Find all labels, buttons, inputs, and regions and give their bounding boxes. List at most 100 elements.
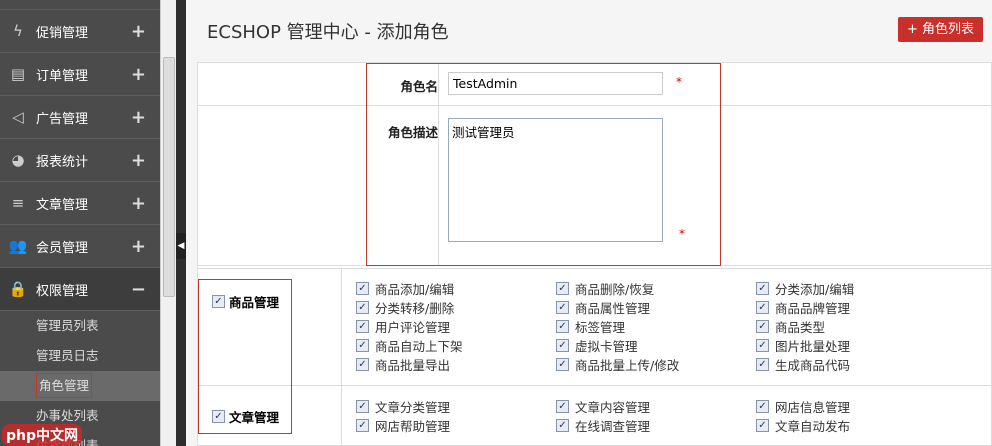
lines-icon: ≡ xyxy=(11,194,25,212)
permission-checkbox[interactable]: ✓ 文章内容管理 xyxy=(556,397,650,416)
permission-checkbox[interactable]: ✓ 图片批量处理 xyxy=(756,336,850,355)
checkbox-checked-icon: ✓ xyxy=(756,320,769,333)
permission-checkbox[interactable]: ✓ 商品批量导出 xyxy=(356,355,450,374)
permission-group: ✓ 商品管理 ✓ 商品添加/编辑 ✓ 商品删除/恢复 ✓ 分类添加/编辑 ✓ 分类转移/删除 ✓ 商品… xyxy=(198,268,991,385)
checkbox-checked-icon: ✓ xyxy=(356,339,369,352)
permission-label: 标签管理 xyxy=(575,320,626,335)
permission-label: 商品批量导出 xyxy=(375,358,451,373)
watermark: php中文网 xyxy=(2,424,83,446)
clipboard-icon: ▤ xyxy=(10,65,26,83)
permission-label: 文章自动发布 xyxy=(775,419,851,434)
permission-label: 文章内容管理 xyxy=(575,400,651,415)
permission-checkbox[interactable]: ✓ 商品自动上下架 xyxy=(356,336,463,355)
expand-toggle-icon: + xyxy=(130,106,146,128)
checkbox-checked-icon: ✓ xyxy=(756,282,769,295)
sidebar-item[interactable]: ◕ 报表统计 + xyxy=(0,139,160,182)
permission-checkbox[interactable]: ✓ 分类转移/删除 xyxy=(356,298,454,317)
permission-checkbox[interactable]: ✓ 商品批量上传/修改 xyxy=(556,355,679,374)
permission-label: 图片批量处理 xyxy=(775,339,851,354)
collapse-sidebar-button[interactable]: ◀ xyxy=(176,233,186,259)
permission-label: 网店信息管理 xyxy=(775,400,851,415)
page-title: ECSHOP 管理中心 - 添加角色 xyxy=(207,22,449,43)
checkbox-checked-icon: ✓ xyxy=(356,320,369,333)
sidebar-subitem-label: 办事处列表 xyxy=(36,408,99,423)
sidebar-divider xyxy=(176,0,186,446)
role-list-button-label: 角色列表 xyxy=(922,22,975,37)
sidebar-item[interactable]: ϟ 促销管理 + xyxy=(0,10,160,53)
permission-label: 生成商品代码 xyxy=(775,358,851,373)
permission-checkbox[interactable]: ✓ 网店帮助管理 xyxy=(356,416,450,435)
permission-checkbox[interactable]: ✓ 商品添加/编辑 xyxy=(356,279,454,298)
expand-toggle-icon: + xyxy=(130,149,146,171)
permission-checkbox[interactable]: ✓ 用户评论管理 xyxy=(356,317,450,336)
permission-group: ✓ 文章管理 ✓ 文章分类管理 ✓ 文章内容管理 ✓ 网店信息管理 ✓ 网店帮助管理 ✓ 在线调查管理… xyxy=(198,385,991,445)
permission-checkbox[interactable]: ✓ 在线调查管理 xyxy=(556,416,650,435)
checkbox-checked-icon: ✓ xyxy=(356,419,369,432)
checkbox-checked-icon: ✓ xyxy=(556,282,569,295)
permission-checkbox[interactable]: ✓ 生成商品代码 xyxy=(756,355,850,374)
permission-label: 商品删除/恢复 xyxy=(575,282,655,297)
expand-toggle-icon: + xyxy=(130,63,146,85)
sidebar-subitem[interactable]: 管理员列表 xyxy=(0,311,160,341)
highlight-box xyxy=(198,279,292,434)
permission-label: 商品品牌管理 xyxy=(775,301,851,316)
scrollbar-thumb[interactable] xyxy=(163,57,175,297)
sidebar-subitem-label: 角色管理 xyxy=(36,373,93,398)
permission-checkbox[interactable]: ✓ 网店信息管理 xyxy=(756,397,850,416)
sidebar-item-label: 文章管理 xyxy=(36,197,89,213)
permission-checkbox[interactable]: ✓ 分类添加/编辑 xyxy=(756,279,854,298)
permission-label: 在线调查管理 xyxy=(575,419,651,434)
sidebar-item[interactable]: ▤ 订单管理 + xyxy=(0,53,160,96)
users-icon: 👥 xyxy=(8,237,28,255)
checkbox-checked-icon: ✓ xyxy=(556,301,569,314)
expand-toggle-icon: + xyxy=(130,235,146,257)
sidebar: ϟ 促销管理 + ▤ 订单管理 + ◁ 广告管理 + ◕ 报表统计 + ≡ 文章管理 + 👥 会员管理 + 🔒 权限管… xyxy=(0,0,160,446)
sidebar-item-label: 报表统计 xyxy=(36,154,89,170)
scrollbar[interactable] xyxy=(160,0,176,446)
checkbox-checked-icon: ✓ xyxy=(556,320,569,333)
expand-toggle-icon: + xyxy=(130,20,146,42)
permission-checkbox[interactable]: ✓ 商品删除/恢复 xyxy=(556,279,654,298)
permission-checkbox[interactable]: ✓ 文章分类管理 xyxy=(356,397,450,416)
checkbox-checked-icon: ✓ xyxy=(756,400,769,413)
checkbox-checked-icon: ✓ xyxy=(356,400,369,413)
highlight-box xyxy=(366,63,721,266)
checkbox-checked-icon: ✓ xyxy=(756,339,769,352)
sidebar-item-label: 促销管理 xyxy=(36,25,89,41)
checkbox-checked-icon: ✓ xyxy=(356,358,369,371)
sidebar-subitem[interactable]: 角色管理 xyxy=(0,371,160,401)
permission-checkbox[interactable]: ✓ 商品类型 xyxy=(756,317,825,336)
sidebar-subitem-label: 管理员列表 xyxy=(36,318,99,333)
permission-label: 用户评论管理 xyxy=(375,320,451,335)
sidebar-subitem[interactable]: 管理员日志 xyxy=(0,341,160,371)
checkbox-checked-icon: ✓ xyxy=(556,358,569,371)
sidebar-item[interactable]: ◁ 广告管理 + xyxy=(0,96,160,139)
permission-checkbox[interactable]: ✓ 标签管理 xyxy=(556,317,625,336)
checkbox-checked-icon: ✓ xyxy=(556,419,569,432)
permission-label: 商品自动上下架 xyxy=(375,339,463,354)
permission-label: 商品批量上传/修改 xyxy=(575,358,680,373)
divider xyxy=(0,0,160,10)
permission-label: 商品属性管理 xyxy=(575,301,651,316)
permission-label: 分类添加/编辑 xyxy=(775,282,855,297)
sidebar-item[interactable]: 🔒 权限管理 − xyxy=(0,268,160,311)
permission-label: 虚拟卡管理 xyxy=(575,339,638,354)
main-content: ECSHOP 管理中心 - 添加角色 + 角色列表 角色名 * 角色描述 测试管… xyxy=(186,0,992,446)
permission-label: 分类转移/删除 xyxy=(375,301,455,316)
permission-checkbox[interactable]: ✓ 商品品牌管理 xyxy=(756,298,850,317)
permission-label: 商品添加/编辑 xyxy=(375,282,455,297)
role-list-button[interactable]: + 角色列表 xyxy=(898,17,983,42)
lock-icon: 🔒 xyxy=(8,280,28,298)
permission-checkbox[interactable]: ✓ 文章自动发布 xyxy=(756,416,850,435)
sidebar-item-label: 订单管理 xyxy=(36,68,89,84)
permission-checkbox[interactable]: ✓ 商品属性管理 xyxy=(556,298,650,317)
checkbox-checked-icon: ✓ xyxy=(556,339,569,352)
permission-label: 文章分类管理 xyxy=(375,400,451,415)
sidebar-item[interactable]: ≡ 文章管理 + xyxy=(0,182,160,225)
sidebar-item-label: 权限管理 xyxy=(36,283,89,299)
sidebar-subitem-label: 管理员日志 xyxy=(36,348,99,363)
sidebar-item-label: 广告管理 xyxy=(36,111,89,127)
permission-checkbox[interactable]: ✓ 虚拟卡管理 xyxy=(556,336,638,355)
permission-label: 商品类型 xyxy=(775,320,826,335)
sidebar-item[interactable]: 👥 会员管理 + xyxy=(0,225,160,268)
